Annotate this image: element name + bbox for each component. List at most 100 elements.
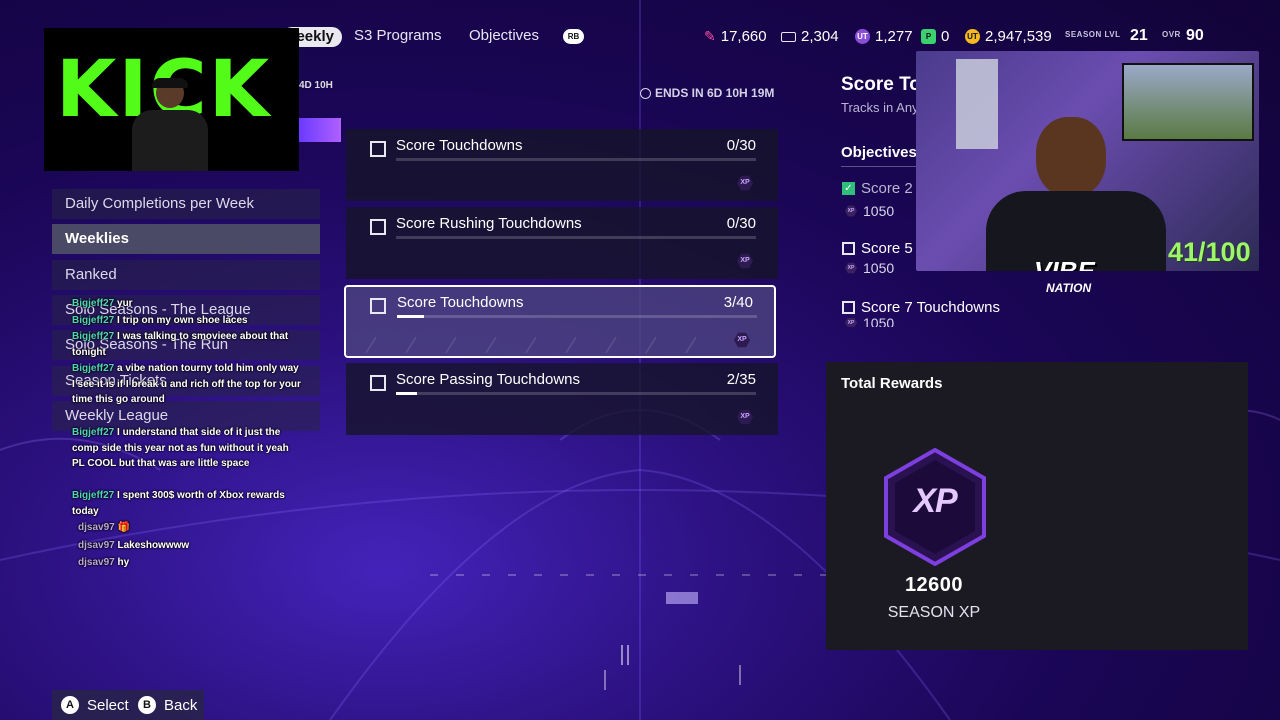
training-icon: ✎ [704,28,716,44]
detail-xp-value: 1050 [863,318,895,327]
objective-card[interactable]: Score Touchdowns 0/30 XP [346,129,778,201]
objectives-header: Objectives [841,144,917,161]
currency-ut-tokens-value: 1,277 [875,28,913,45]
currency-training: ✎ 17,660 [704,28,767,45]
back-label: Back [164,696,198,714]
chat-message: Bigjeff27 I understand that side of it j… [72,427,289,469]
menu-item-ranked[interactable]: Ranked [52,260,320,290]
ends-in-text: ENDS IN 6D 10H 19M [655,86,775,100]
streamer-head [1036,117,1106,197]
detail-subtitle: Tracks in Any [841,100,919,115]
detail-objective-row: ✓ Score 2 [842,180,913,197]
ends-in-timer: ENDS IN 6D 10H 19M [640,86,774,100]
objective-progress-bar [396,236,756,239]
xp-icon: XP [845,262,857,274]
detail-objective-label: Score 7 Touchdowns [861,299,1000,316]
currency-training-value: 17,660 [720,28,767,45]
currency-cards-value: 2,304 [801,28,839,45]
objective-progress: 0/30 [726,215,756,232]
objective-card[interactable]: Score Passing Touchdowns 2/35 XP [346,363,778,435]
currency-coins: UT 2,947,539 [965,28,1052,45]
detail-objective-xp: XP 1050 [845,318,894,327]
currency-p: P 0 [921,28,949,45]
objective-title: Score Rushing Touchdowns [396,215,582,232]
objective-title: Score Touchdowns [397,294,524,311]
objective-checkbox [370,219,386,235]
webcam-counter: 41/100 [1168,237,1251,267]
select-label: Select [87,696,129,714]
currency-p-value: 0 [941,28,950,45]
objective-progress-bar [396,392,756,395]
xp-icon: XP [737,253,753,269]
reward-amount: 12600 [904,574,964,596]
a-button-icon: A [61,696,79,714]
chat-message: Bigjeff27 a vibe nation tourny told him … [72,363,301,405]
unchecked-icon [842,242,855,255]
detail-objective-xp: XP 1050 [845,203,894,219]
detail-objective-label: Score 2 [861,180,913,197]
objective-card-selected[interactable]: Score Touchdowns 3/40 XP [344,285,776,358]
card-icon [781,31,796,42]
objective-title: Score Touchdowns [396,137,523,154]
total-rewards-panel: Total Rewards XP 12600 SEASON XP [826,362,1248,650]
season-level-value: 21 [1130,27,1148,44]
chat-message: djsav97 hy [78,557,130,568]
chat-message: djsav97 🎁 [78,522,130,533]
vibe-logo: VIBE [1034,256,1095,271]
xp-icon: XP [845,205,857,217]
p-icon: P [921,29,936,44]
ut-coin-icon: UT [965,29,980,44]
objective-checkbox [370,298,386,314]
back-control[interactable]: B Back [138,690,197,720]
chat-message: Bigjeff27 I was talking to smovieee abou… [72,331,289,358]
detail-objective-xp: XP 1050 [845,260,894,276]
vibe-logo-sub: NATION [1046,281,1092,295]
detail-title: Score To [841,74,921,95]
objective-checkbox [370,375,386,391]
streamer-figure [132,78,208,171]
partial-timer: 4D 10H [299,80,333,91]
tab-s3-programs[interactable]: S3 Programs [354,27,442,44]
detail-xp-value: 1050 [863,260,895,276]
objective-checkbox [370,141,386,157]
rb-bumper-icon: RB [563,29,584,44]
chat-message: djsav97 Lakeshowwww [78,540,190,551]
chat-message: Bigjeff27 yur [72,298,133,309]
ut-token-icon: UT [855,29,870,44]
objective-progress: 2/35 [726,371,756,388]
xp-icon: XP [845,318,857,327]
detail-objective-label: Score 5 [861,240,913,257]
detail-objective-row: Score 5 [842,240,913,257]
ovr-value: 90 [1186,27,1204,44]
season-level-label: SEASON LVL [1065,30,1121,39]
currency-cards: 2,304 [781,28,839,45]
select-control[interactable]: A Select [61,690,129,720]
objective-progress-bar [397,315,757,318]
tab-objectives[interactable]: Objectives [469,27,539,44]
detail-xp-value: 1050 [863,203,895,219]
tv-screen [1122,63,1254,141]
chat-message: Bigjeff27 I trip on my own shoe laces [72,315,248,326]
season-xp-badge-text: XP [913,482,957,520]
streamer-webcam: VIBE 41/100 [916,51,1259,271]
objective-title: Score Passing Touchdowns [396,371,580,388]
objective-progress: 0/30 [726,137,756,154]
jersey-frame [956,59,998,149]
currency-coins-value: 2,947,539 [985,28,1052,45]
currency-ut-tokens: UT 1,277 [855,28,913,45]
objective-progress-bar [396,158,756,161]
xp-icon: XP [737,175,753,191]
objective-card[interactable]: Score Rushing Touchdowns 0/30 XP [346,207,778,279]
unchecked-icon [842,301,855,314]
partial-banner [299,118,341,142]
clock-icon [640,87,651,99]
menu-item-daily-completions[interactable]: Daily Completions per Week [52,189,320,219]
menu-item-weeklies[interactable]: Weeklies [52,224,320,254]
b-button-icon: B [138,696,156,714]
ovr-label: OVR [1162,30,1181,39]
detail-objective-row: Score 7 Touchdowns [842,299,1000,316]
xp-icon: XP [737,409,753,425]
kick-webcam-overlay: KICK [44,28,299,171]
chat-message: Bigjeff27 I spent 300$ worth of Xbox rew… [72,490,285,517]
reward-type: SEASON XP [887,604,981,621]
